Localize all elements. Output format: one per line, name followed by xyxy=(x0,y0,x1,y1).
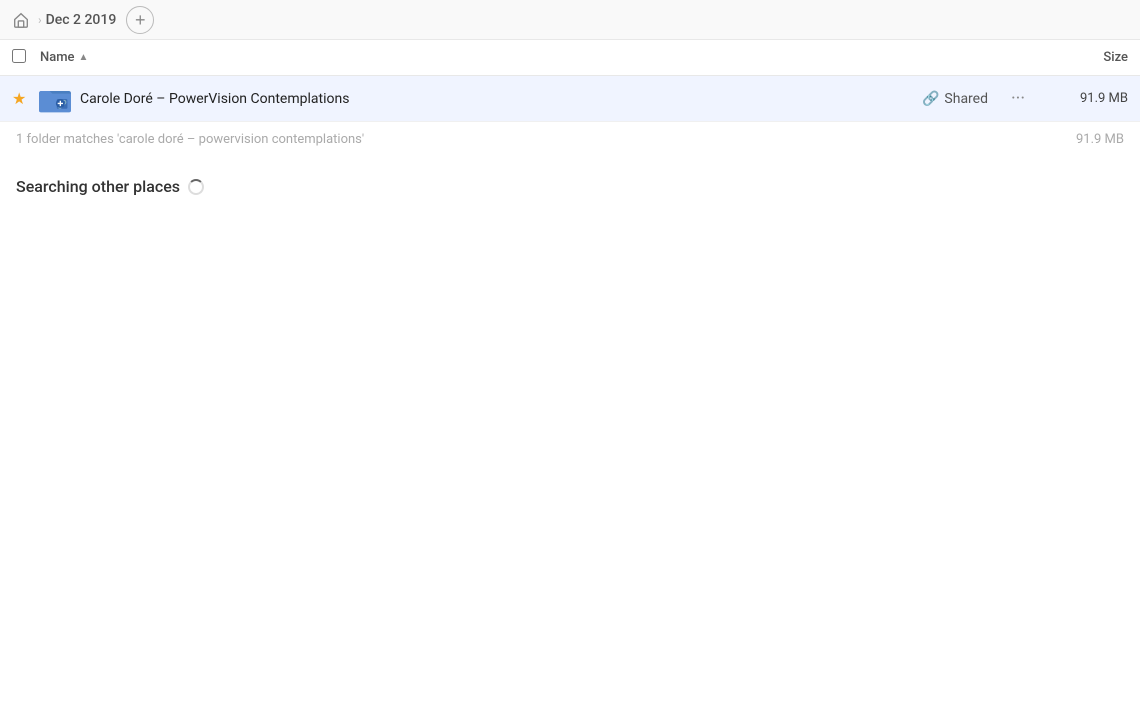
searching-row: Searching other places xyxy=(0,157,1140,206)
breadcrumb-date[interactable]: Dec 2 2019 xyxy=(46,12,117,28)
size-column-header: Size xyxy=(1028,50,1128,65)
top-bar: › Dec 2 2019 + xyxy=(0,0,1140,40)
sort-arrow-icon: ▲ xyxy=(79,52,89,63)
match-size: 91.9 MB xyxy=(1076,132,1124,147)
home-button[interactable] xyxy=(12,11,30,29)
link-icon: 🔗 xyxy=(922,91,939,107)
shared-badge: 🔗 Shared xyxy=(922,91,988,107)
checkbox-input[interactable] xyxy=(12,49,26,63)
file-name-label: Carole Doré – PowerVision Contemplations xyxy=(80,91,922,107)
file-size-value: 91.9 MB xyxy=(1048,91,1128,106)
searching-label: Searching other places xyxy=(16,177,180,196)
folder-icon: 🔗 xyxy=(38,82,72,116)
name-column-header[interactable]: Name ▲ xyxy=(40,50,1028,65)
loading-spinner xyxy=(188,179,204,195)
match-text: 1 folder matches 'carole doré – powervis… xyxy=(16,132,364,147)
file-row[interactable]: ★ 🔗 Carole Doré – PowerVision Contemplat… xyxy=(0,76,1140,122)
star-icon[interactable]: ★ xyxy=(12,89,32,108)
select-all-checkbox[interactable] xyxy=(12,49,32,67)
more-options-button[interactable]: ··· xyxy=(1004,85,1032,113)
match-info-row: 1 folder matches 'carole doré – powervis… xyxy=(0,122,1140,157)
breadcrumb-separator: › xyxy=(38,13,42,27)
add-button[interactable]: + xyxy=(126,6,154,34)
shared-label: Shared xyxy=(944,91,988,107)
column-header-row: Name ▲ Size xyxy=(0,40,1140,76)
